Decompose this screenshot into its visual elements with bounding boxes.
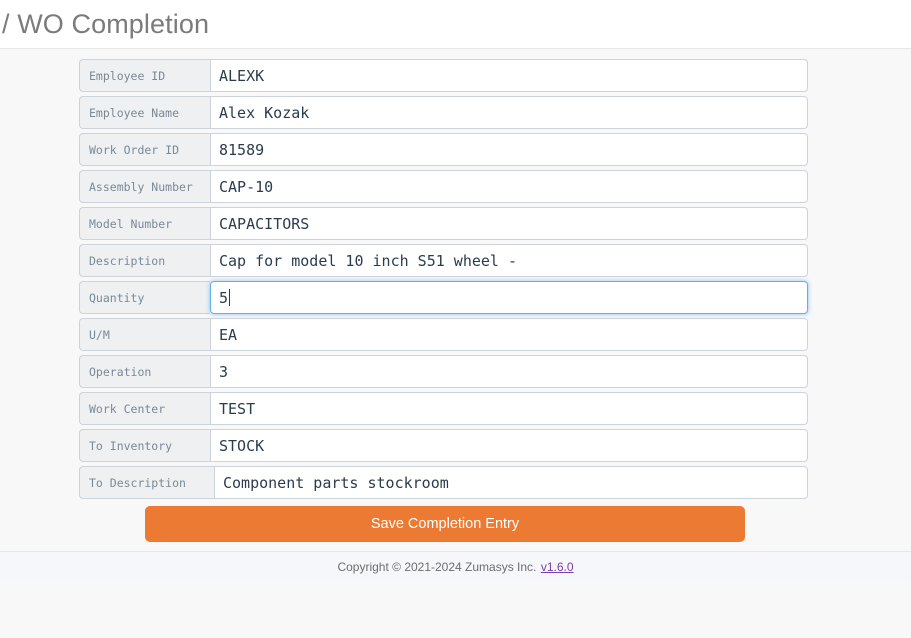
page-footer: Copyright © 2021-2024 Zumasys Inc. v1.6.… [0,551,911,582]
version-link[interactable]: v1.6.0 [541,560,574,574]
field-value: 5 [219,289,228,307]
footer-copyright: Copyright © 2021-2024 Zumasys Inc. [337,560,536,574]
form-row: To Inventory STOCK [0,429,911,462]
text-caret [229,289,230,306]
field-value: ALEXK [219,67,264,85]
completion-form: Employee ID ALEXK Employee Name Alex Kozak W… [0,49,911,499]
field-value: TEST [219,400,255,418]
field-input-to-inventory[interactable]: STOCK [210,429,808,462]
page-header: / WO Completion [0,0,911,49]
field-label: Employee Name [79,96,210,129]
save-completion-entry-button[interactable]: Save Completion Entry [145,506,745,542]
form-row: Quantity 5 [0,281,911,314]
field-value: CAP-10 [219,178,273,196]
field-label: Employee ID [79,59,210,92]
form-row: Work Order ID 81589 [0,133,911,166]
field-label: Work Center [79,392,210,425]
field-input-quantity[interactable]: 5 [210,281,808,314]
field-input-model-number[interactable]: CAPACITORS [210,207,808,240]
field-label: Quantity [79,281,210,314]
field-value: Cap for model 10 inch S51 wheel - [219,252,517,270]
field-input-work-order-id[interactable]: 81589 [210,133,808,166]
form-row: Employee ID ALEXK [0,59,911,92]
form-row: To Description Component parts stockroom [0,466,911,499]
field-value: STOCK [219,437,264,455]
save-button-row: Save Completion Entry [0,506,911,542]
field-value: 3 [219,363,228,381]
field-label: Model Number [79,207,210,240]
field-input-u-m[interactable]: EA [210,318,808,351]
field-label: To Inventory [79,429,210,462]
field-input-description[interactable]: Cap for model 10 inch S51 wheel - [210,244,808,277]
field-input-work-center[interactable]: TEST [210,392,808,425]
field-input-to-description[interactable]: Component parts stockroom [214,466,808,499]
form-row: Model Number CAPACITORS [0,207,911,240]
form-row: Work Center TEST [0,392,911,425]
field-label: Description [79,244,210,277]
page-title: / WO Completion [2,11,209,38]
field-input-operation[interactable]: 3 [210,355,808,388]
field-label: Assembly Number [79,170,210,203]
field-label: U/M [79,318,210,351]
field-value: CAPACITORS [219,215,309,233]
field-value: EA [219,326,237,344]
field-value: 81589 [219,141,264,159]
field-label: Work Order ID [79,133,210,166]
field-input-employee-name[interactable]: Alex Kozak [210,96,808,129]
form-row: Assembly Number CAP-10 [0,170,911,203]
field-input-employee-id[interactable]: ALEXK [210,59,808,92]
form-row: Operation 3 [0,355,911,388]
field-label: To Description [79,466,214,499]
form-row: Description Cap for model 10 inch S51 whe… [0,244,911,277]
form-row: U/M EA [0,318,911,351]
form-row: Employee Name Alex Kozak [0,96,911,129]
field-value: Component parts stockroom [223,474,449,492]
field-label: Operation [79,355,210,388]
wo-completion-page: / WO Completion Employee IDALEXKEmployee… [0,0,911,638]
field-input-assembly-number[interactable]: CAP-10 [210,170,808,203]
field-value: Alex Kozak [219,104,309,122]
